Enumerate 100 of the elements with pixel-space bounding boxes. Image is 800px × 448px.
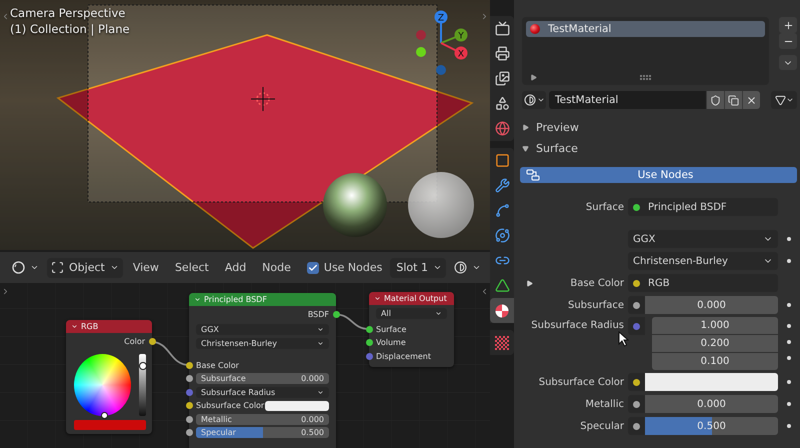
- caret-icon: [30, 263, 39, 272]
- panel-header[interactable]: Surface: [514, 138, 800, 159]
- vector-component-field[interactable]: 1.000: [652, 317, 778, 334]
- mode-dropdown[interactable]: Object: [47, 258, 123, 278]
- add-slot-button[interactable]: [779, 17, 797, 33]
- input-socket[interactable]: [366, 339, 372, 346]
- value-slider[interactable]: 0.000: [645, 296, 778, 314]
- grip-icon[interactable]: [640, 75, 651, 80]
- keyframe-dot-icon[interactable]: [787, 356, 791, 360]
- output-socket[interactable]: [332, 311, 340, 318]
- input-socket[interactable]: [366, 352, 372, 360]
- keyframe-dot-icon[interactable]: [787, 380, 791, 384]
- socket-label: Surface: [376, 324, 406, 334]
- input-socket[interactable]: [186, 416, 192, 423]
- socket-button[interactable]: [628, 296, 645, 314]
- shader-node[interactable]: Material Output All Surface Volume Displacement: [369, 292, 454, 367]
- use-nodes-checkbox[interactable]: Use Nodes: [306, 261, 382, 274]
- expand-arrow-icon[interactable]: [526, 280, 533, 286]
- copy-icon: [728, 94, 739, 106]
- caret-icon: [472, 263, 481, 272]
- fake-user-button[interactable]: [706, 91, 724, 109]
- input-socket[interactable]: [186, 375, 192, 382]
- keyframe-dot-icon[interactable]: [787, 424, 791, 428]
- gizmo-axis-handle[interactable]: Y: [440, 28, 468, 44]
- color-swatch[interactable]: [74, 420, 146, 430]
- value-slider[interactable]: 0.000: [645, 395, 778, 413]
- gizmo-axis-handle[interactable]: Z: [434, 10, 448, 43]
- gizmo-axis-handle[interactable]: X: [440, 42, 468, 60]
- socket-button[interactable]: [628, 417, 645, 435]
- node-dropdown[interactable]: Subsurface Radius: [196, 386, 329, 398]
- node-type-button[interactable]: [771, 91, 797, 109]
- color-swatch[interactable]: [265, 400, 329, 411]
- orbit-icon: [494, 228, 510, 243]
- keyframe-dot-icon[interactable]: [787, 324, 791, 328]
- keyframe-dot-icon[interactable]: [787, 303, 791, 307]
- property-dropdown[interactable]: Christensen-Burley: [628, 252, 778, 270]
- duplicate-button[interactable]: [724, 91, 742, 109]
- keyframe-dot-icon[interactable]: [787, 402, 791, 406]
- property-label: Subsurface: [568, 300, 624, 310]
- chevron-icon[interactable]: [1, 287, 10, 296]
- socket-button[interactable]: [628, 395, 645, 413]
- keyframe-dot-icon[interactable]: [787, 259, 791, 263]
- expand-arrow-icon[interactable]: [530, 74, 537, 81]
- socket-button[interactable]: [628, 373, 645, 391]
- property-label: Subsurface Radius: [531, 320, 624, 331]
- slot-menu-button[interactable]: [779, 55, 797, 70]
- vector-component-field[interactable]: 0.200: [652, 335, 778, 352]
- input-socket[interactable]: [186, 362, 192, 369]
- caret-icon: [536, 96, 544, 104]
- vector-component-field[interactable]: 0.100: [652, 353, 778, 370]
- images-icon: [494, 71, 510, 86]
- panel-header[interactable]: Preview: [514, 117, 800, 138]
- node-dropdown[interactable]: All: [376, 308, 447, 320]
- material-slot[interactable]: TestMaterial: [526, 21, 765, 37]
- chevron-icon[interactable]: [480, 287, 489, 296]
- node-dropdown[interactable]: Christensen-Burley: [196, 338, 329, 350]
- input-socket[interactable]: [366, 326, 372, 333]
- remove-slot-button[interactable]: [779, 33, 797, 49]
- menu-item[interactable]: Node: [256, 261, 297, 274]
- node-header[interactable]: RGB: [66, 320, 152, 333]
- plane-mesh[interactable]: [56, 34, 474, 249]
- collapse-caret-icon[interactable]: [374, 295, 381, 302]
- material-name-field[interactable]: TestMaterial: [549, 91, 706, 109]
- triangle-icon: [494, 278, 510, 293]
- chevron-icon[interactable]: [480, 12, 489, 21]
- input-socket[interactable]: [186, 402, 192, 410]
- menu-item[interactable]: Add: [218, 261, 252, 274]
- node-header[interactable]: Material Output: [369, 292, 454, 305]
- value-slider[interactable]: [138, 354, 146, 416]
- triangle-icon: [774, 94, 786, 106]
- keyframe-dot-icon[interactable]: [787, 237, 791, 241]
- node-dropdown[interactable]: GGX: [196, 324, 329, 335]
- properties-tab[interactable]: [490, 298, 514, 323]
- socket-button[interactable]: [628, 317, 645, 335]
- linked-node-field[interactable]: Principled BSDF: [628, 198, 778, 216]
- linked-node-field[interactable]: RGB: [628, 274, 778, 292]
- collapse-caret-icon[interactable]: [194, 296, 201, 303]
- color-swatch[interactable]: [645, 373, 778, 391]
- menu-item[interactable]: Select: [168, 261, 215, 274]
- input-socket[interactable]: [186, 388, 192, 396]
- property-dropdown[interactable]: GGX: [628, 230, 778, 248]
- property-label: Metallic: [585, 398, 624, 410]
- slot-dropdown[interactable]: Slot 1: [390, 258, 446, 278]
- material-browse-button[interactable]: [522, 91, 546, 109]
- 3d-cursor-icon[interactable]: [250, 86, 276, 112]
- property-label: Specular: [580, 420, 624, 432]
- node-header[interactable]: Principled BSDF: [189, 293, 336, 306]
- node-value-slider[interactable]: Subsurface 0.000: [196, 373, 329, 384]
- chevron-icon[interactable]: [1, 12, 10, 21]
- node-value-slider[interactable]: Specular 0.500: [196, 427, 329, 438]
- use-nodes-button[interactable]: Use Nodes: [520, 167, 797, 183]
- unlink-button[interactable]: [742, 91, 760, 109]
- output-socket[interactable]: [148, 338, 156, 346]
- menu-item[interactable]: View: [126, 261, 165, 274]
- wrench-icon: [494, 178, 510, 193]
- collapse-caret-icon[interactable]: [71, 323, 78, 330]
- input-socket[interactable]: [186, 429, 192, 436]
- keyframe-dot-icon[interactable]: [787, 340, 791, 344]
- printer-icon: [494, 46, 510, 61]
- node-value-slider[interactable]: Metallic 0.000: [196, 414, 329, 425]
